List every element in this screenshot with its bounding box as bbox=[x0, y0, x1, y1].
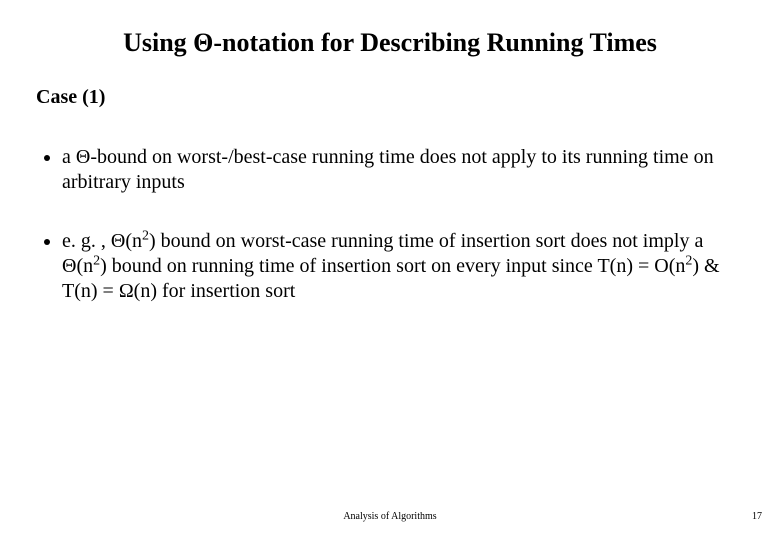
superscript: 2 bbox=[142, 228, 149, 243]
bullet-text: ) bound on running time of insertion sor… bbox=[100, 255, 685, 277]
bullet-text: a Θ-bound on worst-/best-case running ti… bbox=[62, 146, 714, 193]
list-item: a Θ-bound on worst-/best-case running ti… bbox=[62, 145, 744, 195]
slide-title: Using Θ-notation for Describing Running … bbox=[36, 28, 744, 58]
bullet-list: a Θ-bound on worst-/best-case running ti… bbox=[36, 145, 744, 304]
page-number: 17 bbox=[752, 511, 762, 522]
case-label: Case (1) bbox=[36, 86, 744, 109]
list-item: e. g. , Θ(n2) bound on worst-case runnin… bbox=[62, 229, 744, 304]
footer-center: Analysis of Algorithms bbox=[0, 511, 780, 522]
bullet-text: e. g. , Θ(n bbox=[62, 230, 142, 252]
slide: Using Θ-notation for Describing Running … bbox=[0, 0, 780, 540]
